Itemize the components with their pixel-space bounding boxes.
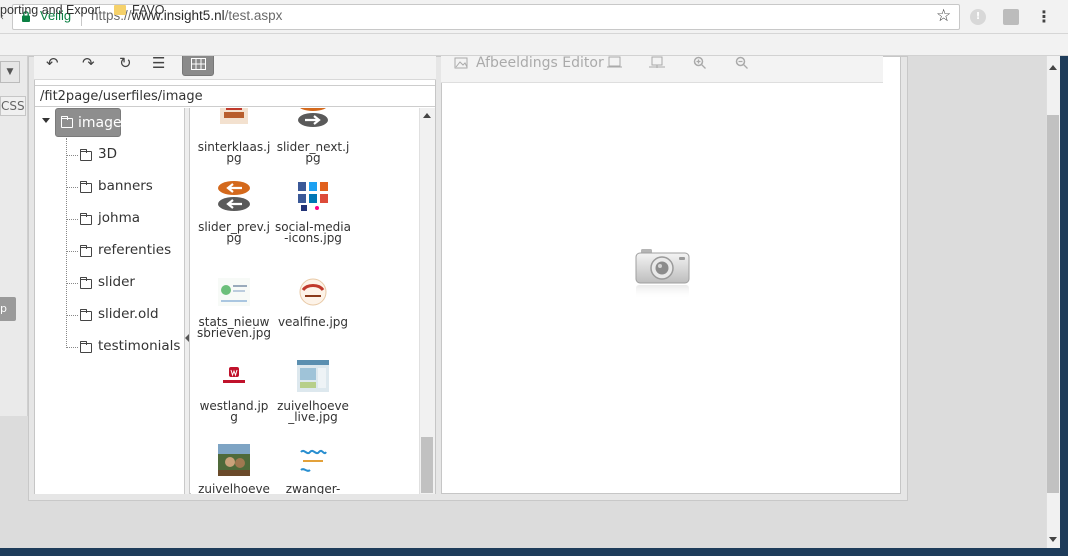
- tree-branch-line: [66, 315, 78, 316]
- tree-branch-line: [66, 283, 78, 284]
- image-edit-icon[interactable]: [454, 57, 469, 69]
- grid-view-button[interactable]: [182, 56, 214, 76]
- folder-label: banners: [98, 178, 153, 194]
- grid-view-icon: [191, 58, 206, 70]
- file-item[interactable]: vealfine.jpg: [275, 276, 351, 346]
- file-name: zuivelhoeve: [198, 482, 270, 494]
- window-frame-right: [1060, 56, 1068, 548]
- arrow-next-thumb: [298, 108, 328, 127]
- page-scroll-up-icon[interactable]: [1049, 65, 1057, 70]
- tree-root-folder[interactable]: image: [55, 108, 122, 137]
- file-name: zuivelhoeve_live.jpg: [277, 399, 349, 424]
- folder-label: 3D: [98, 146, 117, 162]
- stats-thumb: [218, 278, 250, 306]
- file-name: social-media-icons.jpg: [275, 220, 351, 245]
- undo-icon[interactable]: ↶: [46, 56, 59, 71]
- tree-branch-line: [66, 187, 78, 188]
- extension-puzzle-icon[interactable]: [1003, 9, 1019, 25]
- arrow-prev-thumb: [218, 181, 250, 211]
- file-item[interactable]: social-media-icons.jpg: [275, 180, 351, 260]
- vealfine-logo-thumb: [299, 278, 327, 306]
- website-screenshot-thumb: [297, 360, 329, 392]
- file-item[interactable]: zuivelhoeve_live.jpg: [275, 360, 351, 430]
- camera-placeholder-icon: [635, 249, 690, 299]
- file-name: stats_nieuwsbrieven.jpg: [197, 315, 271, 340]
- scroll-thumb[interactable]: [421, 437, 433, 493]
- folder-label: slider: [98, 274, 135, 290]
- file-name: sinterklaas.jpg: [197, 140, 271, 165]
- folder-label: testimonials: [98, 338, 181, 354]
- bookmark-folder-icon: [114, 5, 126, 15]
- left-button[interactable]: p: [0, 297, 16, 321]
- resize-icon[interactable]: [649, 56, 665, 68]
- folder-icon: [80, 245, 92, 257]
- tree-guide-line: [66, 138, 67, 348]
- crop-icon[interactable]: [607, 56, 622, 68]
- path-field[interactable]: /fit2page/userfiles/image: [35, 85, 435, 107]
- scroll-up-icon[interactable]: [423, 113, 431, 118]
- file-item[interactable]: slider_prev.jpg: [196, 180, 272, 260]
- tree-branch-line: [66, 155, 78, 156]
- folder-label: referenties: [98, 242, 172, 258]
- folder-icon: [61, 116, 73, 128]
- file-item[interactable]: zuivelhoeve: [196, 444, 272, 494]
- file-name: westland.jpg: [199, 399, 269, 424]
- folder-icon: [80, 309, 92, 321]
- window-frame-bottom: [0, 548, 1068, 556]
- westland-logo-thumb: [223, 367, 245, 383]
- folder-icon: [80, 181, 92, 193]
- bookmark-label: porting and Export: [0, 3, 100, 17]
- file-item[interactable]: stats_nieuwsbrieven.jpg: [196, 276, 272, 346]
- file-name: slider_prev.jpg: [198, 220, 270, 245]
- folder-label: slider.old: [98, 306, 159, 322]
- url-path: /test.aspx: [224, 8, 283, 23]
- css-tab[interactable]: CSS: [0, 96, 26, 116]
- page-scroll-thumb[interactable]: [1047, 115, 1059, 493]
- collapse-left-icon[interactable]: [185, 334, 189, 342]
- list-view-icon[interactable]: ☰: [152, 56, 165, 71]
- image-editor-title: Afbeeldings Editor: [476, 55, 604, 71]
- photo-thumb: [218, 444, 250, 476]
- folder-icon: [80, 213, 92, 225]
- tree-branch-line: [66, 251, 78, 252]
- folder-icon: [80, 149, 92, 161]
- zoom-out-icon[interactable]: [735, 56, 748, 69]
- bookmark-folder-favo[interactable]: FAVO: [132, 3, 164, 17]
- file-name: slider_next.jpg: [276, 140, 350, 165]
- zoom-in-icon[interactable]: [693, 56, 706, 69]
- tree-branch-line: [66, 219, 78, 220]
- sinterklaas-thumb: [220, 108, 248, 124]
- social-icons-thumb: [298, 182, 328, 211]
- bookmark-star-icon[interactable]: ☆: [936, 6, 951, 26]
- folder-icon: [80, 341, 92, 353]
- zwanger-logo-thumb: [297, 444, 329, 476]
- tree-branch-line: [66, 347, 78, 348]
- file-item[interactable]: zwanger-: [275, 444, 351, 494]
- refresh-icon[interactable]: ↻: [119, 56, 132, 71]
- folder-label: johma: [98, 210, 140, 226]
- folder-tree: [35, 108, 185, 494]
- folder-label: image: [78, 115, 122, 131]
- file-grid: sinterklaas.jpg slider_next.jpg slider_p…: [191, 108, 419, 494]
- file-item[interactable]: slider_next.jpg: [275, 108, 351, 168]
- file-item[interactable]: westland.jpg: [196, 360, 272, 430]
- panel-splitter[interactable]: [185, 108, 190, 494]
- dropdown-arrow-icon[interactable]: ▼: [0, 61, 20, 83]
- folder-icon: [80, 277, 92, 289]
- tree-collapse-icon[interactable]: [42, 118, 50, 123]
- file-name: zwanger-: [285, 482, 341, 494]
- file-name: vealfine.jpg: [277, 315, 349, 329]
- bookmark-item[interactable]: porting and Exporti: [0, 3, 100, 17]
- redo-icon[interactable]: ↷: [82, 56, 95, 71]
- bookmarks-bar: [0, 34, 1068, 56]
- browser-menu-icon[interactable]: ⋮: [1036, 7, 1052, 26]
- extension-icon[interactable]: !: [970, 9, 986, 25]
- file-item[interactable]: sinterklaas.jpg: [196, 108, 272, 168]
- page-scroll-down-icon[interactable]: [1049, 537, 1057, 542]
